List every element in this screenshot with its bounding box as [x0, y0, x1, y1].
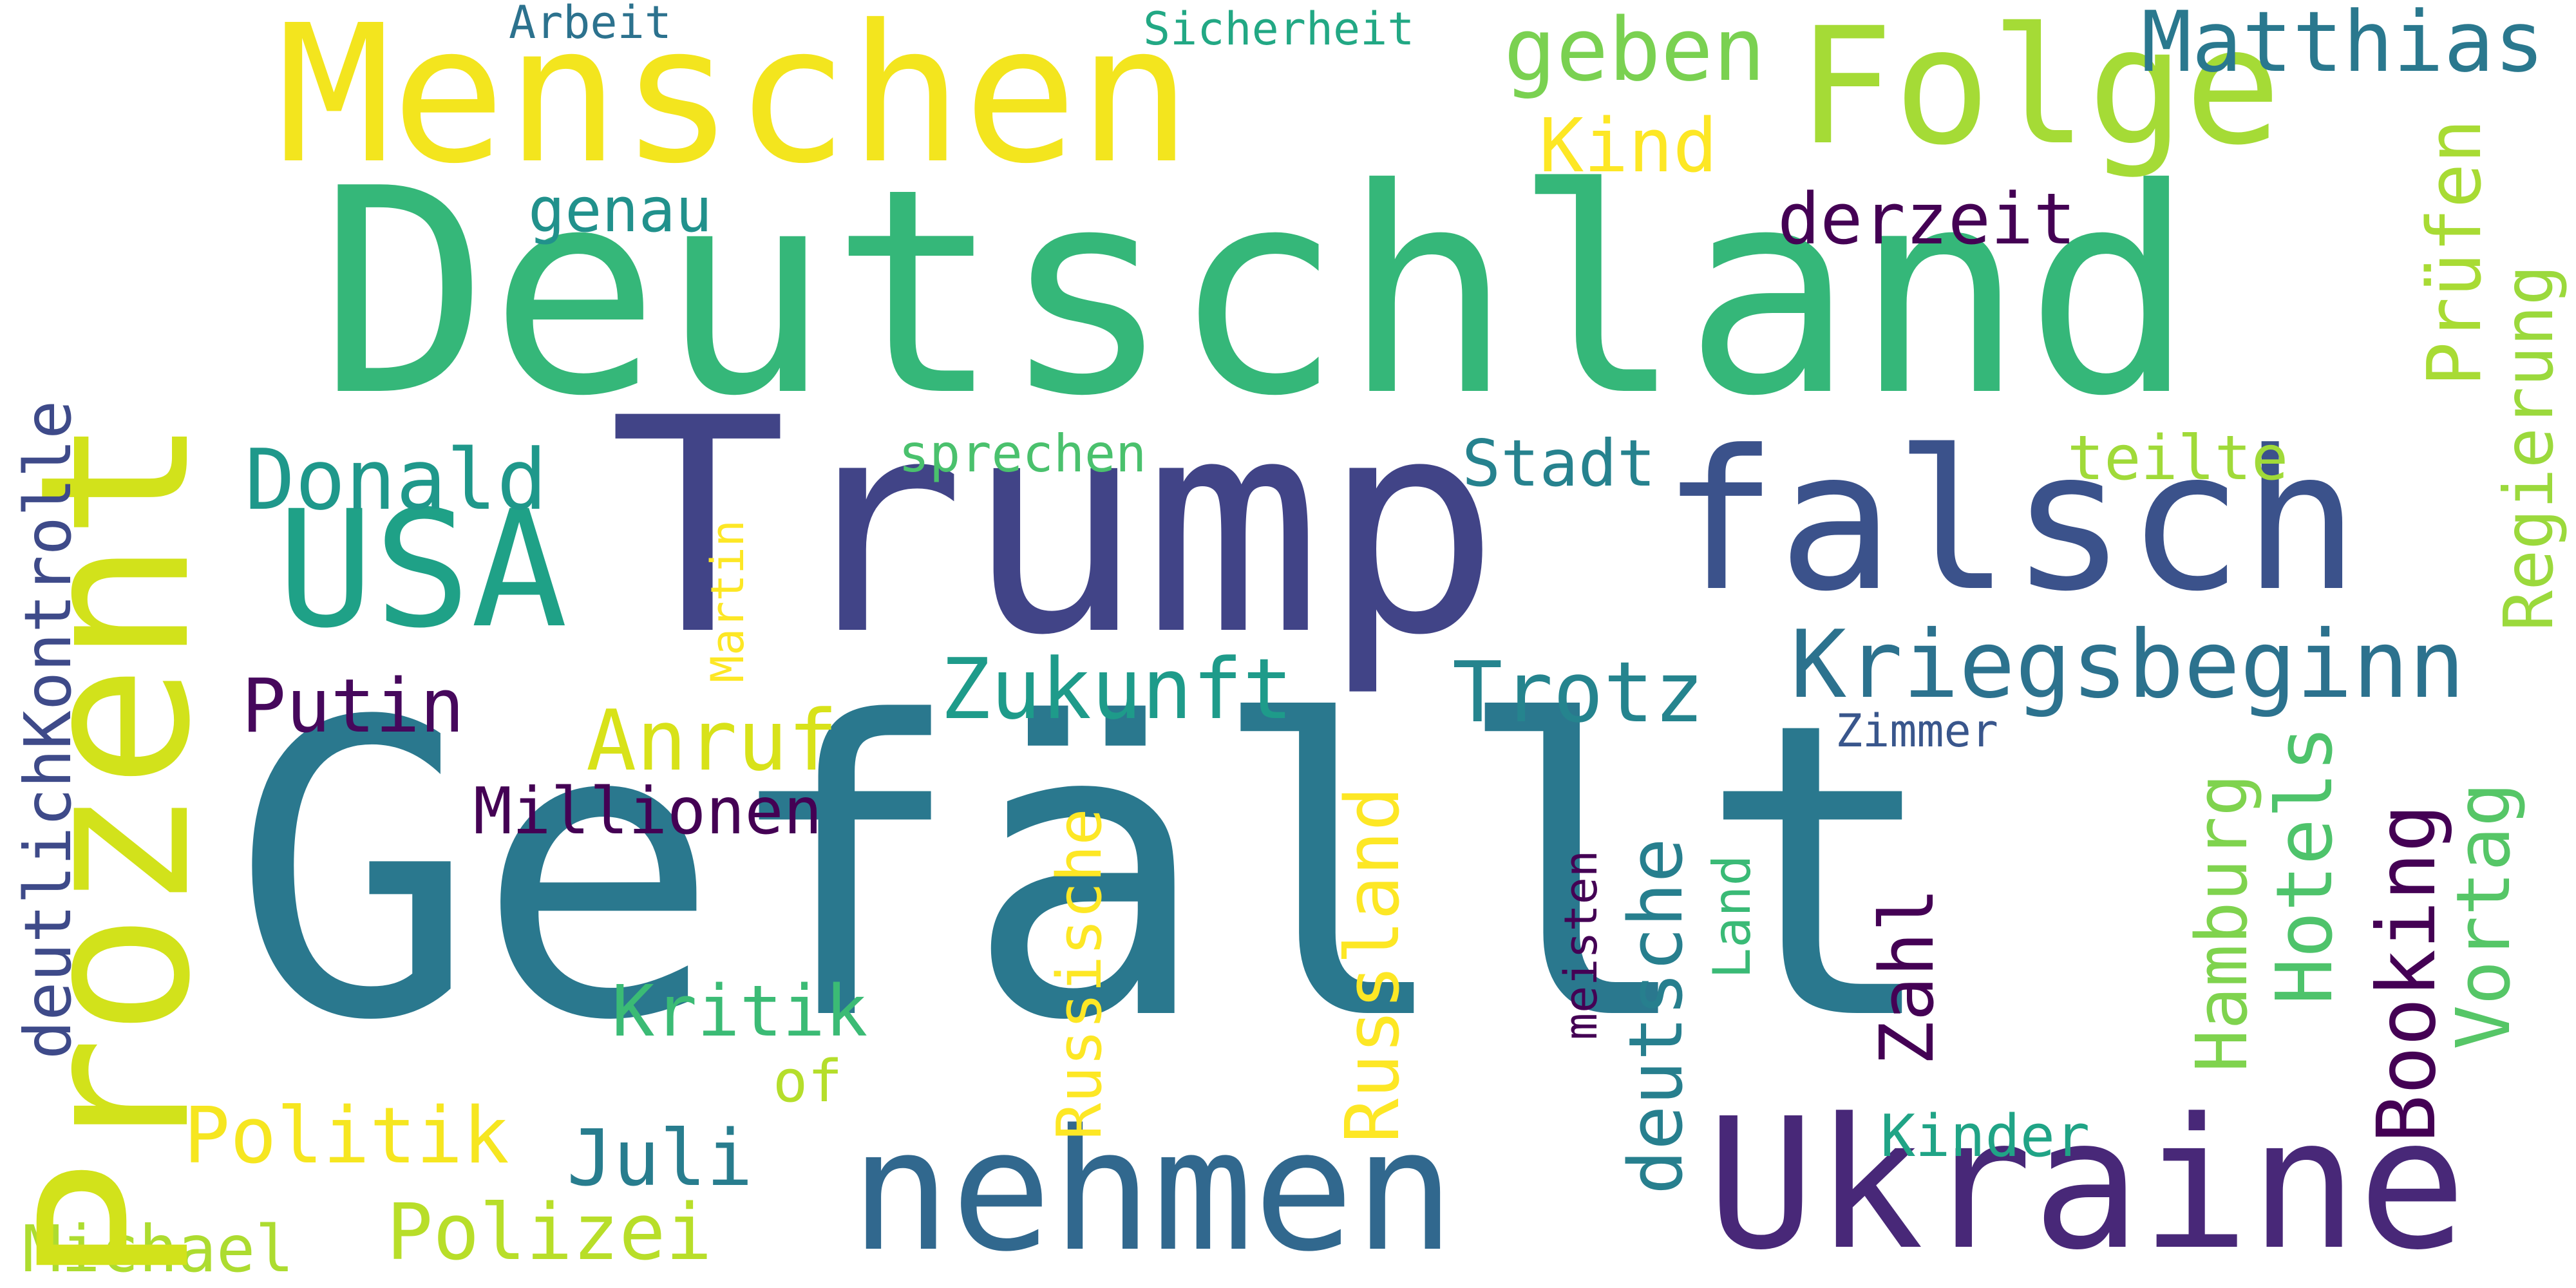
word-menschen: Menschen: [277, 0, 1192, 205]
word-deutsche: deutsche: [1613, 838, 1700, 1195]
word-arbeit: Arbeit: [509, 0, 672, 49]
word-meisten: meisten: [1555, 849, 1607, 1040]
word-putin: Putin: [242, 663, 465, 750]
word-hamburg: Hamburg: [2181, 773, 2263, 1072]
word-polizei: Polizei: [386, 1188, 712, 1278]
word-zahl: Zahl: [1864, 887, 1951, 1066]
word-juli: Juli: [567, 1114, 753, 1204]
word-trotz: Trotz: [1452, 643, 1705, 741]
word-hotels: Hotels: [2260, 725, 2350, 1005]
word-anruf: Anruf: [586, 692, 838, 790]
word-zimmer: Zimmer: [1835, 705, 1998, 757]
word-booking: Booking: [2360, 804, 2454, 1143]
word-genau: genau: [528, 175, 712, 246]
word-pruefen: Prüfen: [2412, 118, 2498, 386]
word-matthias: Matthias: [2141, 0, 2545, 91]
word-derzeit: derzeit: [1777, 178, 2076, 260]
word-teilte: teilte: [2067, 423, 2289, 494]
word-russische: Russische: [1045, 808, 1115, 1140]
word-donald: Donald: [245, 431, 547, 529]
word-regierung: Regierung: [2490, 265, 2568, 631]
word-stadt: Stadt: [1462, 426, 1656, 501]
word-deutlichkontrolle: deutlichKontrolle: [10, 400, 86, 1060]
word-millionen: Millionen: [473, 773, 822, 849]
word-kriegsbeginn: Kriegsbeginn: [1790, 611, 2465, 719]
word-of: of: [773, 1048, 843, 1115]
word-kinder: Kinder: [1880, 1103, 2090, 1170]
word-cloud: Gefällt Deutschland Trump falsch Ukraine…: [0, 0, 2576, 1288]
word-kritik: Kritik: [612, 970, 868, 1052]
word-land: Land: [1702, 855, 1762, 979]
word-russland: Russland: [1330, 786, 1416, 1143]
word-sicherheit: Sicherheit: [1143, 3, 1415, 55]
word-geben: geben: [1504, 0, 1766, 100]
word-zukunft: Zukunft: [940, 640, 1293, 738]
word-kind: Kind: [1539, 103, 1718, 189]
word-vortag: Vortag: [2441, 782, 2527, 1050]
word-martin: Martin: [701, 520, 754, 683]
word-sprechen: sprechen: [898, 424, 1147, 484]
